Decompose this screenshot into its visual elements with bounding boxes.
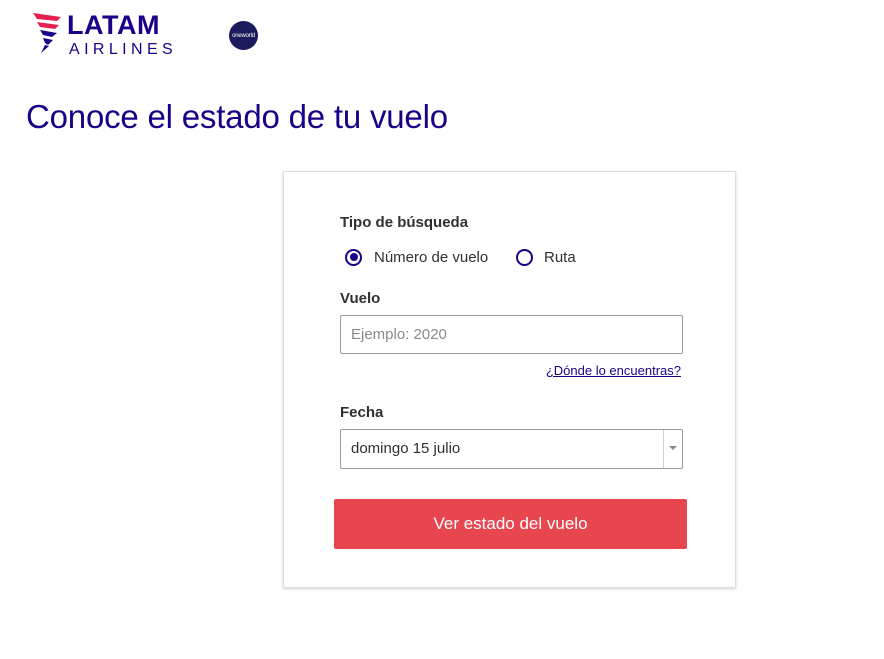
date-select[interactable]: domingo 15 julio <box>340 429 683 469</box>
radio-flight-number-label: Número de vuelo <box>374 248 489 266</box>
latam-logo[interactable]: LATAM AIRLINES <box>31 10 186 61</box>
chevron-down-icon <box>669 446 677 450</box>
select-divider <box>663 430 664 468</box>
radio-unselected-icon <box>516 248 533 266</box>
date-label: Fecha <box>340 404 384 421</box>
logo-wordmark: LATAM <box>67 10 160 40</box>
view-flight-status-button[interactable]: Ver estado del vuelo <box>334 499 687 549</box>
search-type-label: Tipo de búsqueda <box>340 214 469 231</box>
page-title: Conoce el estado de tu vuelo <box>26 98 448 135</box>
date-select-value: domingo 15 julio <box>351 440 461 457</box>
radio-selected-icon <box>345 248 362 266</box>
oneworld-badge: oneworld <box>229 21 258 50</box>
flight-status-form: Tipo de búsqueda Número de vuelo Ruta Vu… <box>283 171 736 588</box>
where-to-find-link[interactable]: ¿Dónde lo encuentras? <box>546 363 681 378</box>
latam-logo-mark-icon <box>33 13 61 53</box>
radio-flight-number[interactable]: Número de vuelo <box>345 246 488 268</box>
flight-label: Vuelo <box>340 290 381 307</box>
page: LATAM AIRLINES oneworld Conoce el estado… <box>0 0 884 659</box>
radio-dot-icon <box>349 253 358 261</box>
flight-number-input[interactable] <box>340 315 683 354</box>
radio-route[interactable]: Ruta <box>516 246 576 268</box>
logo-subtitle: AIRLINES <box>69 41 178 58</box>
radio-route-label: Ruta <box>544 248 576 266</box>
